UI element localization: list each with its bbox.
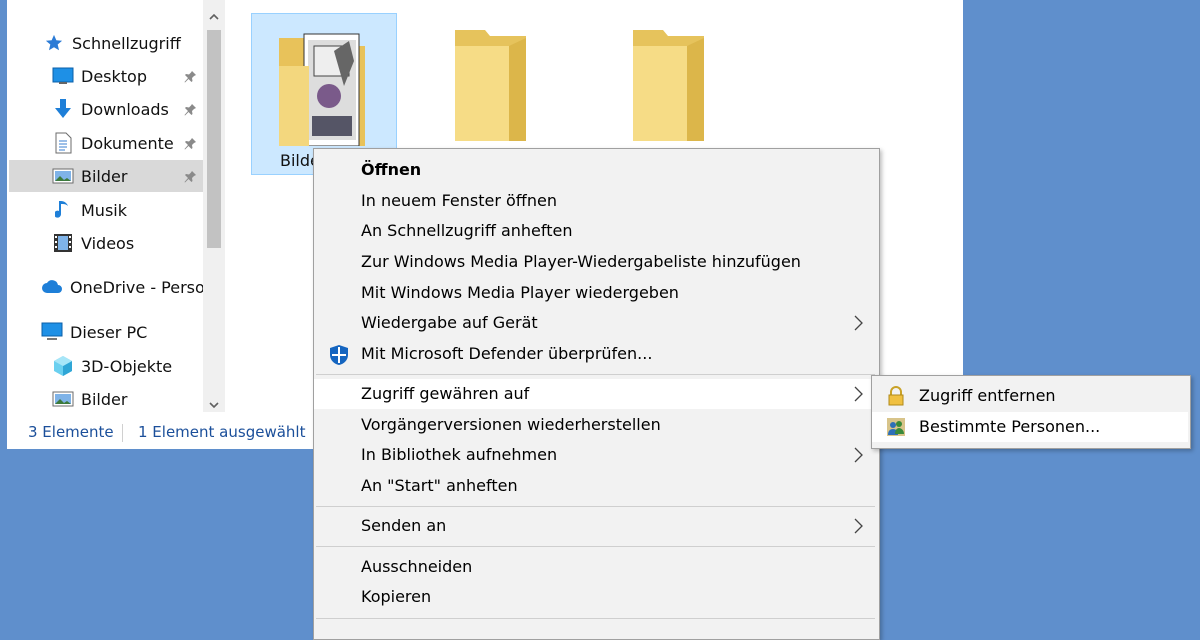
submenu-item-remove-access[interactable]: Zugriff entfernen: [872, 381, 1188, 411]
menu-separator: [316, 546, 875, 547]
scroll-down-icon[interactable]: [208, 396, 220, 409]
pictures-icon: [52, 165, 74, 187]
menu-item-open-new-window[interactable]: In neuem Fenster öffnen: [314, 186, 877, 216]
menu-item-cut[interactable]: Ausschneiden: [314, 552, 877, 582]
menu-item-copy[interactable]: Kopieren: [314, 582, 877, 612]
menu-item-play-with-wmp[interactable]: Mit Windows Media Player wiedergeben: [314, 278, 877, 308]
submenu-item-specific-people[interactable]: Bestimmte Personen...: [872, 412, 1188, 442]
document-icon: [52, 132, 74, 154]
menu-item-label: Kopieren: [361, 587, 432, 606]
menu-item-restore-previous-versions[interactable]: Vorgängerversionen wiederherstellen: [314, 410, 877, 440]
menu-item-open[interactable]: Öffnen: [314, 155, 877, 185]
nav-scrollbar[interactable]: [203, 0, 225, 412]
status-selection-count: 1 Element ausgewählt: [138, 423, 306, 441]
nav-item-label: Downloads: [81, 99, 169, 119]
pin-icon[interactable]: [183, 102, 197, 116]
people-icon: [886, 417, 908, 439]
menu-item-defender-scan[interactable]: Mit Microsoft Defender überprüfen...: [314, 339, 877, 369]
menu-item-include-in-library[interactable]: In Bibliothek aufnehmen: [314, 440, 877, 470]
menu-item-pin-quick-access[interactable]: An Schnellzugriff anheften: [314, 216, 877, 246]
status-item-count: 3 Elemente: [28, 423, 114, 441]
nav-item-pictures-pc[interactable]: Bilder: [52, 383, 203, 415]
menu-separator: [316, 618, 875, 619]
nav-item-label: OneDrive - Persor: [70, 277, 203, 297]
menu-item-label: Zur Windows Media Player-Wiedergabeliste…: [361, 252, 801, 271]
folder-icon: [633, 30, 704, 141]
folder-item-3[interactable]: [629, 26, 719, 146]
status-divider: [122, 424, 123, 442]
menu-item-label: Öffnen: [361, 160, 422, 179]
folder-item-2[interactable]: [451, 26, 541, 146]
computer-icon: [41, 321, 63, 343]
menu-item-give-access-to[interactable]: Zugriff gewähren auf: [314, 379, 877, 409]
cube-icon: [52, 355, 74, 377]
submenu-give-access: Zugriff entfernen Bestimmte Personen...: [871, 375, 1191, 449]
lock-icon: [886, 386, 908, 408]
pin-icon[interactable]: [183, 69, 197, 83]
menu-separator: [316, 374, 875, 375]
nav-item-downloads[interactable]: Downloads: [52, 93, 203, 125]
music-note-icon: [52, 199, 74, 221]
pin-icon[interactable]: [183, 169, 197, 183]
menu-item-label: Zugriff entfernen: [919, 386, 1056, 405]
chevron-right-icon: [853, 447, 863, 463]
menu-item-label: Senden an: [361, 516, 447, 535]
nav-item-label: Desktop: [81, 66, 147, 86]
menu-item-label: Wiedergabe auf Gerät: [361, 313, 538, 332]
chevron-right-icon: [853, 518, 863, 534]
nav-item-label: Videos: [81, 233, 135, 253]
menu-item-label: In Bibliothek aufnehmen: [361, 445, 558, 464]
folder-with-preview-icon: [279, 33, 365, 146]
nav-item-documents[interactable]: Dokumente: [52, 127, 203, 159]
cloud-icon: [41, 276, 63, 298]
menu-item-label: Zugriff gewähren auf: [361, 384, 530, 403]
nav-item-desktop[interactable]: Desktop: [52, 60, 203, 92]
star-icon: [43, 32, 65, 54]
navigation-pane: Schnellzugriff Desktop Downloads Dokumen…: [7, 0, 225, 412]
nav-item-this-pc[interactable]: Dieser PC: [41, 316, 203, 348]
nav-item-pictures[interactable]: Bilder: [9, 160, 203, 192]
menu-item-label: Mit Windows Media Player wiedergeben: [361, 283, 679, 302]
nav-item-quick-access[interactable]: Schnellzugriff: [43, 27, 203, 59]
menu-separator: [316, 506, 875, 507]
menu-item-label: Ausschneiden: [361, 557, 473, 576]
nav-item-label: Dieser PC: [70, 322, 148, 342]
nav-item-label: Musik: [81, 200, 127, 220]
menu-item-cast-to-device[interactable]: Wiedergabe auf Gerät: [314, 308, 877, 338]
download-arrow-icon: [52, 98, 74, 120]
nav-item-label: Bilder: [81, 389, 128, 409]
nav-item-onedrive[interactable]: OneDrive - Persor: [41, 271, 203, 303]
menu-item-send-to[interactable]: Senden an: [314, 511, 877, 541]
pin-icon[interactable]: [183, 136, 197, 150]
nav-item-label: 3D-Objekte: [81, 356, 173, 376]
nav-item-label: Dokumente: [81, 133, 174, 153]
nav-item-label: Schnellzugriff: [72, 33, 181, 53]
scrollbar-thumb[interactable]: [207, 30, 221, 248]
folder-icon: [455, 30, 526, 141]
menu-item-label: Bestimmte Personen...: [919, 417, 1101, 436]
scroll-up-icon[interactable]: [208, 8, 220, 20]
defender-shield-icon: [328, 344, 350, 366]
menu-item-label: Mit Microsoft Defender überprüfen...: [361, 344, 653, 363]
menu-item-label: An "Start" anheften: [361, 476, 518, 495]
menu-item-label: In neuem Fenster öffnen: [361, 191, 557, 210]
chevron-right-icon: [853, 386, 863, 402]
menu-item-label: Vorgängerversionen wiederherstellen: [361, 415, 661, 434]
film-icon: [52, 232, 74, 254]
nav-item-videos[interactable]: Videos: [52, 227, 203, 259]
nav-item-3d-objects[interactable]: 3D-Objekte: [52, 350, 203, 382]
menu-item-pin-to-start[interactable]: An "Start" anheften: [314, 471, 877, 501]
pictures-icon: [52, 388, 74, 410]
chevron-right-icon: [853, 315, 863, 331]
nav-item-music[interactable]: Musik: [52, 194, 203, 226]
context-menu: Öffnen In neuem Fenster öffnen An Schnel…: [313, 148, 880, 640]
desktop-icon: [52, 65, 74, 87]
menu-item-add-to-wmp-playlist[interactable]: Zur Windows Media Player-Wiedergabeliste…: [314, 247, 877, 277]
nav-item-label: Bilder: [81, 166, 128, 186]
menu-item-label: An Schnellzugriff anheften: [361, 221, 573, 240]
